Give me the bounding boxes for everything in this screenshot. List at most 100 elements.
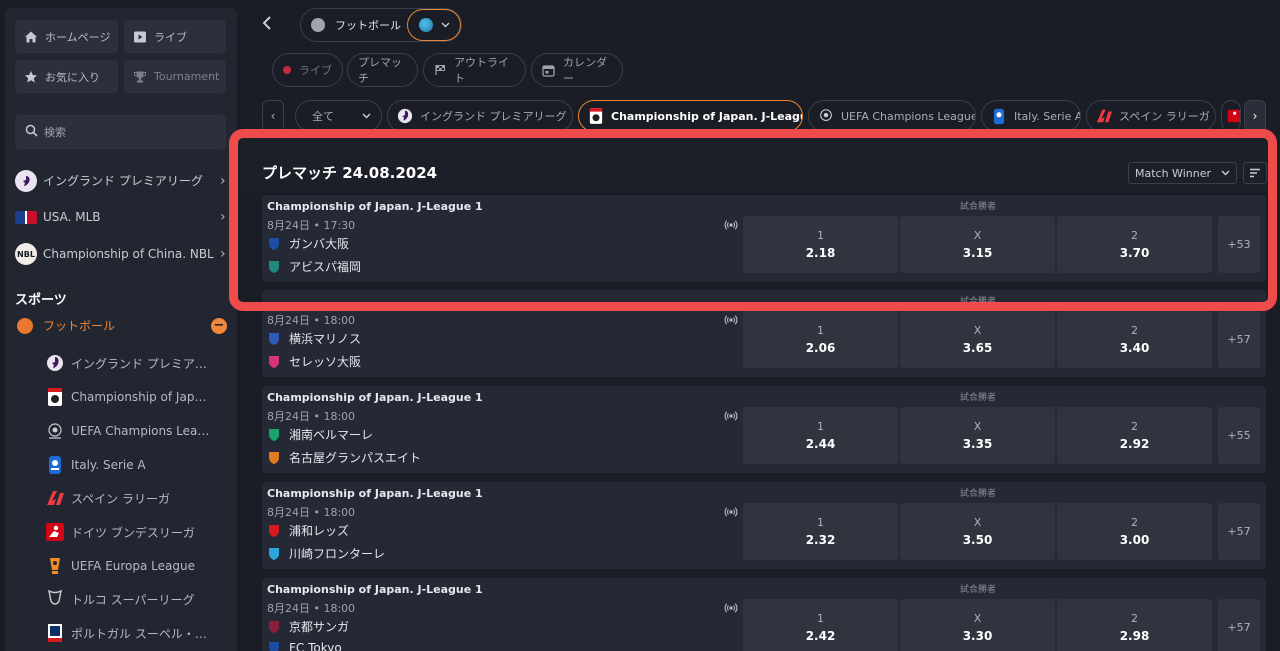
- more-markets-button[interactable]: +55: [1218, 407, 1260, 464]
- match-time: 8月24日 • 18:00: [267, 506, 356, 519]
- odds-button-x[interactable]: X 3.50: [900, 503, 1055, 560]
- sports-section-title: スポーツ: [15, 293, 67, 308]
- home-team[interactable]: 湘南ベルマーレ: [267, 426, 373, 443]
- tab-laliga[interactable]: スペイン ラリーガ: [1086, 100, 1216, 132]
- match-league: Championship of Japan. J-League 1: [267, 487, 483, 500]
- favorites-button[interactable]: お気に入り: [15, 60, 118, 93]
- match-league: Championship of Japan. J-League 1: [267, 583, 483, 596]
- region-selector[interactable]: [407, 9, 461, 41]
- more-markets-button[interactable]: +57: [1218, 599, 1260, 651]
- mlb-icon: [15, 210, 37, 224]
- home-icon: [23, 29, 39, 45]
- more-markets-button[interactable]: +57: [1218, 311, 1260, 368]
- away-team[interactable]: FC Tokyo: [267, 641, 342, 651]
- odds-button-2[interactable]: 2 3.40: [1057, 311, 1212, 368]
- odds-button-x[interactable]: X 3.30: [900, 599, 1055, 651]
- favorite-league-label: Championship of China. NBL: [43, 246, 214, 261]
- sport-selector[interactable]: フットボール: [300, 8, 462, 42]
- sort-icon: [1250, 168, 1260, 178]
- odds-button-x[interactable]: X 3.35: [900, 407, 1055, 464]
- sort-button[interactable]: [1243, 162, 1267, 184]
- more-markets-button[interactable]: +53: [1218, 216, 1260, 273]
- match-time: 8月24日 • 17:30: [267, 219, 356, 232]
- filter-prematch[interactable]: プレマッチ: [347, 53, 418, 87]
- premier-league-icon: [15, 170, 37, 192]
- tabs-scroll-right[interactable]: ›: [1244, 100, 1266, 132]
- chevron-right-icon: ›: [220, 209, 226, 225]
- tab-all[interactable]: 全て: [295, 100, 382, 132]
- tabs-scroll-left[interactable]: ‹: [262, 100, 284, 132]
- search-input[interactable]: 検索: [15, 115, 226, 149]
- favorite-league-nbl[interactable]: NBL Championship of China. NBL ›: [15, 243, 230, 265]
- home-label: ホームページ: [45, 30, 111, 44]
- sidebar: ホームページ ライブ お気に入り Tournament 検索 イングランド プレ…: [5, 8, 237, 651]
- sport-football[interactable]: フットボール −: [17, 317, 227, 334]
- sidebar-league-laliga[interactable]: スペイン ラリーガ: [45, 488, 210, 508]
- home-team[interactable]: 横浜マリノス: [267, 330, 361, 347]
- away-team[interactable]: 名古屋グランパスエイト: [267, 449, 421, 466]
- market-select[interactable]: Match Winner: [1128, 162, 1237, 184]
- odds-button-x[interactable]: X 3.65: [900, 311, 1055, 368]
- sidebar-league-superlig[interactable]: トルコ スーパーリーグ: [45, 589, 210, 609]
- match-card: Championship of Japan. J-League 1 8月24日 •…: [262, 482, 1266, 569]
- filter-outright[interactable]: アウトライト: [423, 53, 526, 87]
- home-team[interactable]: ガンバ大阪: [267, 235, 349, 252]
- live-dot-icon: [283, 66, 291, 74]
- sidebar-league-portugal[interactable]: ポルトガル スーペル・…: [45, 623, 210, 643]
- sidebar-league-premier[interactable]: イングランド プレミア…: [45, 353, 210, 373]
- odds-button-1[interactable]: 1 2.06: [743, 311, 898, 368]
- favorite-league-label: イングランド プレミアリーグ: [43, 173, 203, 188]
- favorite-league-mlb[interactable]: USA. MLB ›: [15, 209, 230, 225]
- live-stream-icon[interactable]: [724, 504, 738, 518]
- bundesliga-icon: [1225, 107, 1240, 125]
- team-crest-icon: [267, 524, 281, 538]
- tab-jleague[interactable]: Championship of Japan. J-League 1: [578, 100, 803, 132]
- odds-button-2[interactable]: 2 2.98: [1057, 599, 1212, 651]
- flag-icon: [434, 64, 446, 76]
- filter-calendar[interactable]: カレンダー: [531, 53, 623, 87]
- home-team[interactable]: 浦和レッズ: [267, 522, 349, 539]
- tournament-label: Tournament: [154, 70, 220, 83]
- laliga-icon: [1095, 107, 1113, 125]
- back-button[interactable]: [262, 14, 272, 35]
- away-team[interactable]: アビスパ福岡: [267, 258, 361, 275]
- europa-league-icon: [45, 556, 65, 576]
- live-stream-icon[interactable]: [724, 600, 738, 614]
- favorite-league-premier[interactable]: イングランド プレミアリーグ ›: [15, 170, 230, 192]
- sidebar-league-jleague[interactable]: Championship of Japa…: [45, 387, 210, 407]
- chevron-down-icon: [441, 22, 449, 28]
- live-stream-icon[interactable]: [724, 408, 738, 422]
- sidebar-league-uel[interactable]: UEFA Europa League: [45, 556, 210, 576]
- live-button[interactable]: ライブ: [124, 20, 226, 53]
- sidebar-league-seriea[interactable]: Italy. Serie A: [45, 455, 210, 475]
- odds-button-2[interactable]: 2 2.92: [1057, 407, 1212, 464]
- away-team[interactable]: 川崎フロンターレ: [267, 545, 385, 562]
- odds-button-1[interactable]: 1 2.32: [743, 503, 898, 560]
- tab-bundesliga[interactable]: [1221, 100, 1241, 132]
- tab-serie-a[interactable]: Italy. Serie A: [981, 100, 1081, 132]
- tab-champions-league[interactable]: UEFA Champions League: [808, 100, 976, 132]
- collapse-icon[interactable]: −: [211, 317, 227, 334]
- odds-button-1[interactable]: 1 2.44: [743, 407, 898, 464]
- match-card: 8月24日 • 18:00 横浜マリノス セレッソ大阪 試合勝者 1 2.06 X 3.65 2…: [262, 290, 1266, 377]
- sidebar-league-bundesliga[interactable]: ドイツ ブンデスリーガ: [45, 522, 210, 542]
- away-team[interactable]: セレッソ大阪: [267, 353, 361, 370]
- tab-premier-league[interactable]: イングランド プレミアリーグ: [387, 100, 573, 132]
- odds-button-2[interactable]: 2 3.00: [1057, 503, 1212, 560]
- home-team[interactable]: 京都サンガ: [267, 618, 349, 635]
- jleague-icon: [587, 107, 605, 125]
- sidebar-league-ucl[interactable]: UEFA Champions Leag…: [45, 421, 210, 441]
- odds-button-1[interactable]: 1 2.18: [743, 216, 898, 273]
- filter-live[interactable]: ライブ: [272, 53, 343, 87]
- live-stream-icon[interactable]: [724, 217, 738, 231]
- odds-button-2[interactable]: 2 3.70: [1057, 216, 1212, 273]
- nbl-icon: NBL: [15, 243, 37, 265]
- odds-button-x[interactable]: X 3.15: [900, 216, 1055, 273]
- home-button[interactable]: ホームページ: [15, 20, 118, 53]
- trophy-icon: [132, 69, 148, 85]
- chevron-right-icon: ›: [220, 246, 226, 262]
- more-markets-button[interactable]: +57: [1218, 503, 1260, 560]
- live-stream-icon[interactable]: [724, 312, 738, 326]
- odds-button-1[interactable]: 1 2.42: [743, 599, 898, 651]
- tournament-button[interactable]: Tournament: [124, 60, 226, 93]
